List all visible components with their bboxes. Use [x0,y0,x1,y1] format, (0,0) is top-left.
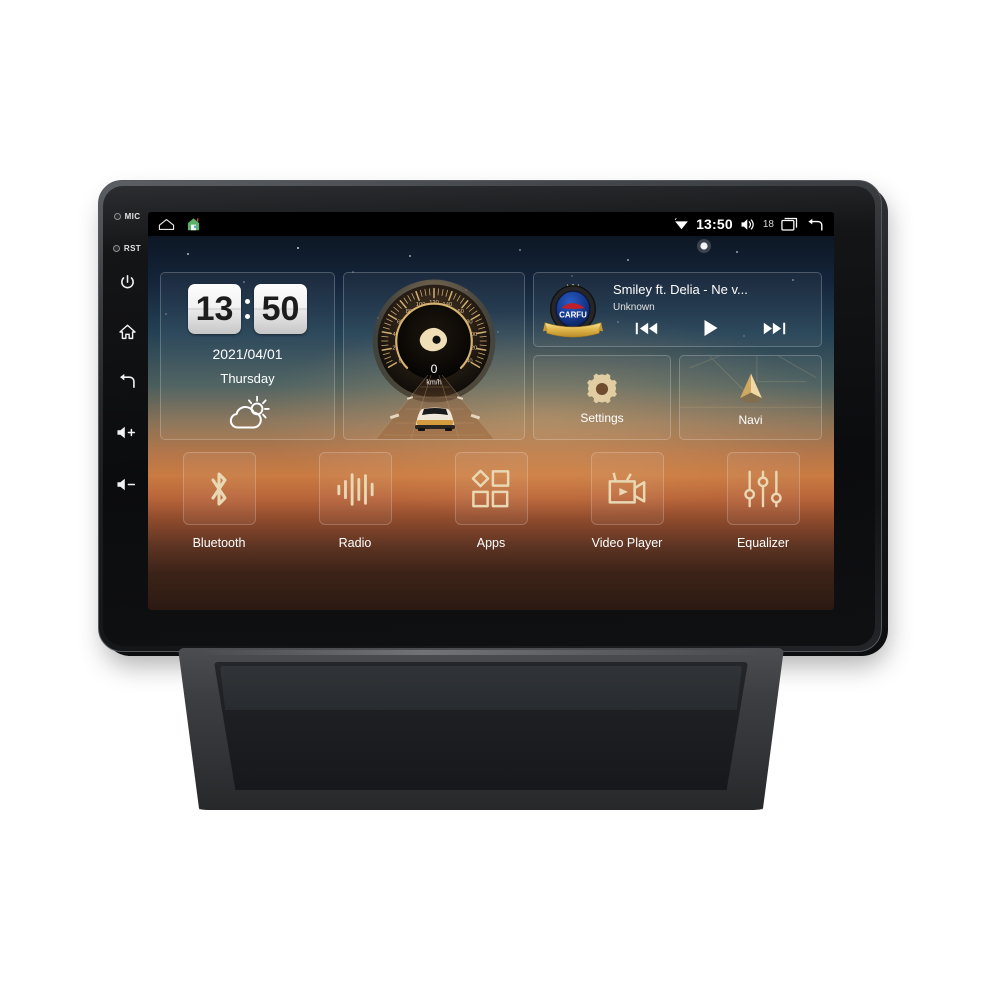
clock-colon [243,299,252,319]
tray-lip [220,666,742,710]
flip-clock: 13 50 [161,284,334,334]
volume-down-button[interactable] [103,477,151,492]
bluetooth-icon [211,471,227,506]
mic-indicator: MIC [103,212,151,221]
gear-icon [587,373,617,403]
dock-app-radio[interactable]: Radio [296,452,414,550]
clock-widget[interactable]: 13 50 2021/04/01 Thursday [160,272,335,440]
navi-label: Navi [738,412,763,427]
home-button[interactable] [103,323,151,341]
power-button[interactable] [103,274,151,291]
wifi-icon [674,218,688,230]
media-player-widget[interactable]: CARFU Smiley ft. Delia - Ne v... Unknown [533,272,822,347]
dock-app-video-player[interactable]: Video Player [568,452,686,550]
video-player-tile[interactable] [590,452,664,525]
road-animation [344,375,524,439]
tray-top-highlight [200,650,762,655]
volume-icon [741,218,754,230]
navi-tile[interactable]: Navi [679,355,822,440]
clock-weekday: Thursday [220,371,275,386]
clock-hours: 13 [188,284,241,334]
home-screen: 13 50 2021/04/01 Thursday 0 20 40 60 180… [148,236,834,610]
app-dock: Bluetooth Radio Apps Video Player Equali… [160,452,822,598]
back-arrow-icon[interactable] [805,217,824,232]
back-button[interactable] [103,372,151,390]
radio-label: Radio [338,536,372,550]
carfu-logo-icon: CARFU [542,283,604,337]
apps-tile[interactable] [454,452,528,525]
track-artist: Unknown [613,302,655,313]
play-button[interactable] [701,319,720,337]
weather-row [161,394,334,432]
dock-app-apps[interactable]: Apps [432,452,550,550]
dock-app-bluetooth[interactable]: Bluetooth [160,452,278,550]
equalizer-sliders-icon [744,470,782,507]
settings-label: Settings [580,410,624,425]
recents-icon[interactable] [781,217,798,231]
equalizer-tile[interactable] [726,452,800,525]
radio-tile[interactable] [318,452,392,525]
speed-value: 0 [431,362,438,376]
volume-down-icon [117,478,136,491]
video-player-label: Video Player [591,536,663,550]
dock-app-equalizer[interactable]: Equalizer [704,452,822,550]
video-camera-icon [608,471,646,504]
bluetooth-tile[interactable] [182,452,256,525]
equalizer-label: Equalizer [736,536,790,550]
bluetooth-label: Bluetooth [192,536,246,550]
home-icon [118,324,136,340]
speedometer-widget[interactable]: 020406080100120140160180200220240 0 km/h [343,272,525,440]
volume-up-icon [117,426,136,439]
album-art: CARFU [542,278,604,342]
mic-led-icon [113,213,121,220]
track-title: Smiley ft. Delia - Ne v... [613,282,748,297]
house-app-icon[interactable] [186,217,201,231]
settings-tile[interactable]: Settings [533,355,671,440]
screenshot-root: MIC RST 13:50 18 13 50 2021/04/01 Thursd… [0,0,1000,1000]
reset-button[interactable]: RST [103,244,151,253]
reset-pinhole-icon [112,245,120,252]
logo-text: CARFU [559,310,587,319]
volume-up-button[interactable] [103,425,151,440]
navigation-arrow-icon [739,373,762,403]
car-graphic [415,407,455,431]
road-grid [375,375,495,439]
radio-waves-icon [337,472,374,506]
apps-grid-icon [471,469,510,507]
previous-track-button[interactable] [635,321,658,336]
volume-level: 18 [762,218,774,230]
sun-cloud-icon [229,395,270,429]
apps-label: Apps [476,536,506,550]
clock-minutes: 50 [254,284,307,334]
mic-label: MIC [124,212,141,221]
left-bezel-button-column: MIC RST [103,196,151,636]
reset-label: RST [123,244,142,253]
status-clock: 13:50 [696,216,733,232]
touchscreen[interactable]: 13:50 18 13 50 2021/04/01 Thursday 0 20 … [148,212,834,610]
next-track-button[interactable] [763,321,786,336]
back-arrow-icon [120,373,135,388]
power-icon [120,274,134,289]
home-outline-icon[interactable] [158,218,175,231]
clock-date: 2021/04/01 [212,346,283,362]
android-status-bar: 13:50 18 [148,212,834,236]
